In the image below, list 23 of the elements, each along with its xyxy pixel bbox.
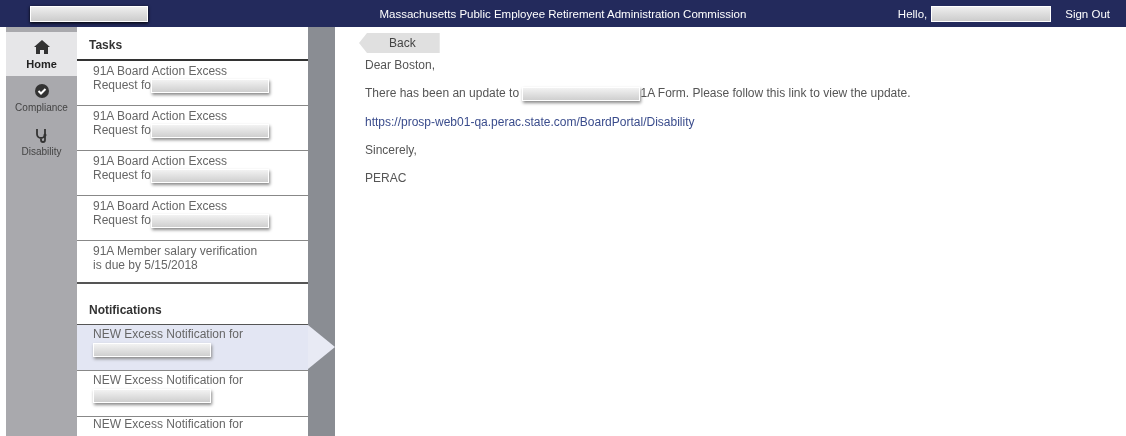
task-item[interactable]: 91A Board Action Excess Request fo <box>77 106 308 151</box>
task-item[interactable]: 91A Board Action Excess Request fo <box>77 196 308 241</box>
sign-out-link[interactable]: Sign Out <box>1065 7 1110 20</box>
notification-item[interactable]: NEW Excess Notification for <box>77 325 308 371</box>
app-title: Massachusetts Public Employee Retirement Administration Commission <box>378 7 748 20</box>
selection-arrow-icon <box>308 325 335 369</box>
check-circle-icon <box>33 83 50 99</box>
message-text: 1A Form. Please follow this link to view the update. <box>640 86 911 100</box>
nav-item[interactable]: Compliance <box>6 76 77 120</box>
message-text: Dear Boston, <box>365 58 437 72</box>
notification-item[interactable]: NEW Excess Notification for <box>77 371 308 417</box>
update-link[interactable]: https://prosp-web01-qa.perac.state.com/BoardPortal/Disability <box>365 114 695 129</box>
nav-item[interactable]: Home <box>6 32 77 76</box>
task-item[interactable]: 91A Member salary verification is due by 5/15/2018 <box>77 241 308 284</box>
message-text: PERAC <box>365 170 408 185</box>
task-item[interactable]: 91A Board Action Excess Request fo <box>77 151 308 196</box>
message-text: There has been an update to <box>365 86 520 100</box>
home-icon <box>33 38 50 55</box>
task-item[interactable]: 91A Board Action Excess Request fo <box>77 61 308 106</box>
greeting: Hello, <box>897 7 928 20</box>
message-text: Sincerely, <box>365 142 418 157</box>
nav-item[interactable]: Disability <box>6 120 77 164</box>
back-button[interactable]: Back <box>359 33 440 53</box>
